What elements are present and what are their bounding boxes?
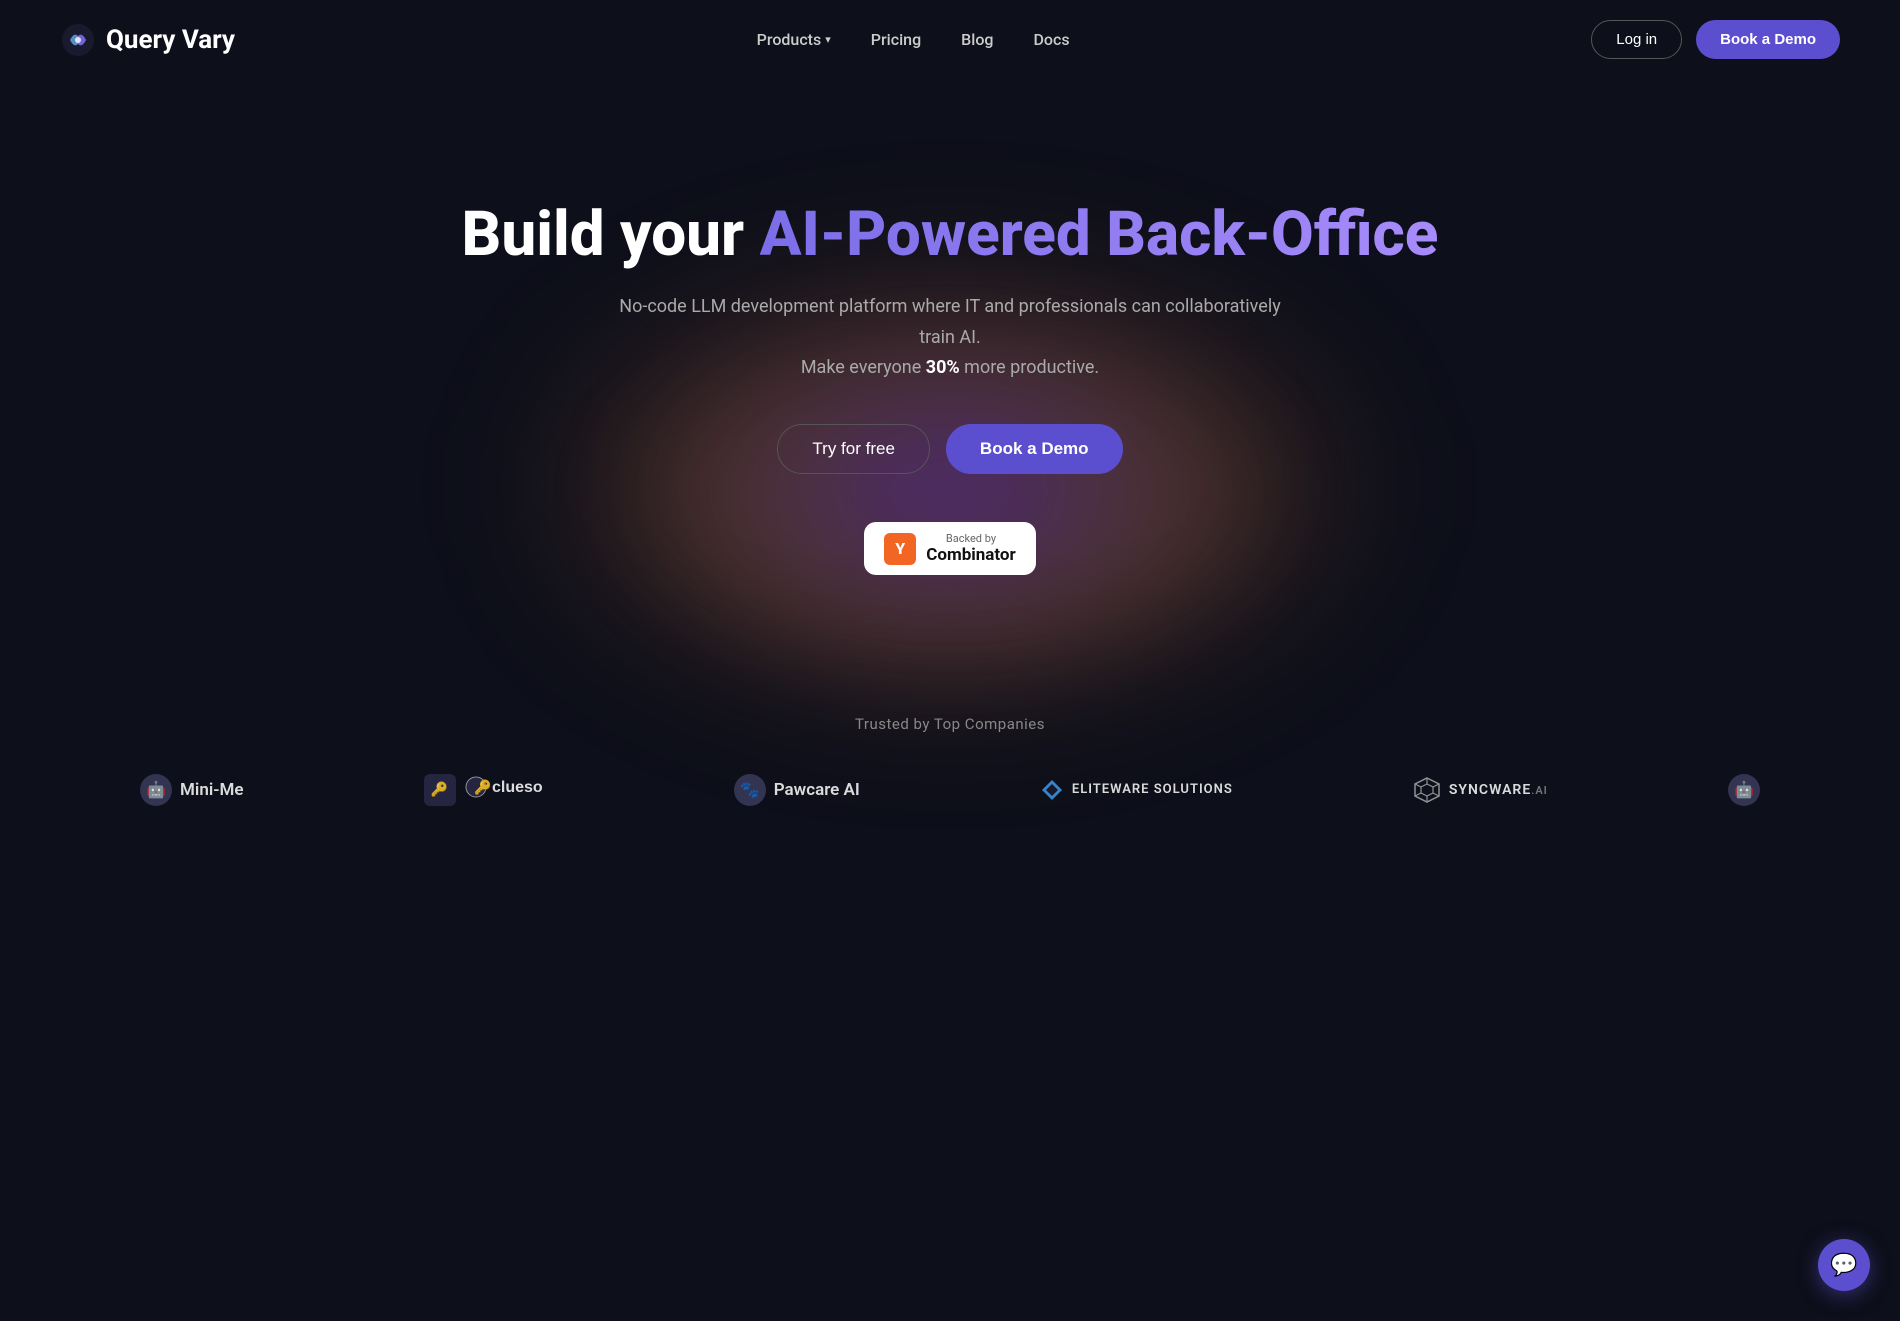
chat-widget-button[interactable]: 💬 <box>1818 1239 1870 1291</box>
eliteware-icon <box>1040 778 1064 802</box>
company-logos-row: 🤖 Mini-Me 🔑 🔑 clueso 🐾 Pawcare AI ELIT <box>60 773 1840 806</box>
company-logo-clueso: 🔑 🔑 clueso <box>424 773 554 806</box>
nav-links: Products ▾ Pricing Blog Docs <box>757 30 1070 49</box>
logo-text: Query Vary <box>106 25 235 55</box>
chevron-down-icon: ▾ <box>825 33 831 46</box>
hero-title: Build your AI-Powered Back-Office <box>462 199 1439 270</box>
yc-combinator-label: Combinator <box>926 545 1015 565</box>
book-demo-hero-button[interactable]: Book a Demo <box>946 424 1123 474</box>
book-demo-nav-button[interactable]: Book a Demo <box>1696 20 1840 59</box>
svg-text:🔑: 🔑 <box>474 778 492 796</box>
logo[interactable]: Query Vary <box>60 22 235 58</box>
yc-logo: Y <box>884 533 916 565</box>
nav-item-blog[interactable]: Blog <box>961 30 993 49</box>
trusted-title: Trusted by Top Companies <box>60 715 1840 733</box>
minime-icon-2: 🤖 <box>1728 774 1760 806</box>
minime-name-1: Mini-Me <box>180 780 243 800</box>
logo-icon <box>60 22 96 58</box>
pawcare-icon: 🐾 <box>734 774 766 806</box>
nav-actions: Log in Book a Demo <box>1591 20 1840 59</box>
company-logo-syncware: SYNCWARE.AI <box>1413 776 1548 804</box>
yc-backed-label: Backed by <box>926 532 1015 545</box>
hero-section: Build your AI-Powered Back-Office No-cod… <box>0 79 1900 635</box>
nav-item-pricing[interactable]: Pricing <box>871 30 921 49</box>
company-logo-pawcare: 🐾 Pawcare AI <box>734 774 860 806</box>
hero-buttons: Try for free Book a Demo <box>462 424 1439 474</box>
minime-icon-1: 🤖 <box>140 774 172 806</box>
syncware-icon <box>1413 776 1441 804</box>
try-free-button[interactable]: Try for free <box>777 424 930 474</box>
nav-item-products[interactable]: Products ▾ <box>757 30 831 49</box>
svg-text:clueso: clueso <box>492 779 543 796</box>
company-logo-eliteware: ELITEWARE SOLUTIONS <box>1040 778 1233 802</box>
yc-badge[interactable]: Y Backed by Combinator <box>864 522 1035 575</box>
syncware-name: SYNCWARE.AI <box>1449 782 1548 798</box>
pawcare-name: Pawcare AI <box>774 780 860 800</box>
clueso-icon: 🔑 <box>424 774 456 806</box>
login-button[interactable]: Log in <box>1591 20 1682 59</box>
nav-item-docs[interactable]: Docs <box>1033 30 1069 49</box>
hero-content: Build your AI-Powered Back-Office No-cod… <box>462 199 1439 575</box>
hero-title-accent: AI-Powered Back-Office <box>760 198 1439 271</box>
navbar: Query Vary Products ▾ Pricing Blog Docs … <box>0 0 1900 79</box>
yc-text: Backed by Combinator <box>926 532 1015 565</box>
chat-icon: 💬 <box>1830 1253 1857 1278</box>
hero-subtitle: No-code LLM development platform where I… <box>610 292 1290 384</box>
eliteware-name: ELITEWARE SOLUTIONS <box>1072 782 1233 797</box>
trusted-section: Trusted by Top Companies 🤖 Mini-Me 🔑 🔑 c… <box>0 635 1900 866</box>
company-logo-minime-2: 🤖 <box>1728 774 1760 806</box>
clueso-name: 🔑 clueso <box>464 773 554 806</box>
clueso-svg: 🔑 clueso <box>464 773 554 801</box>
company-logo-minime-1: 🤖 Mini-Me <box>140 774 243 806</box>
